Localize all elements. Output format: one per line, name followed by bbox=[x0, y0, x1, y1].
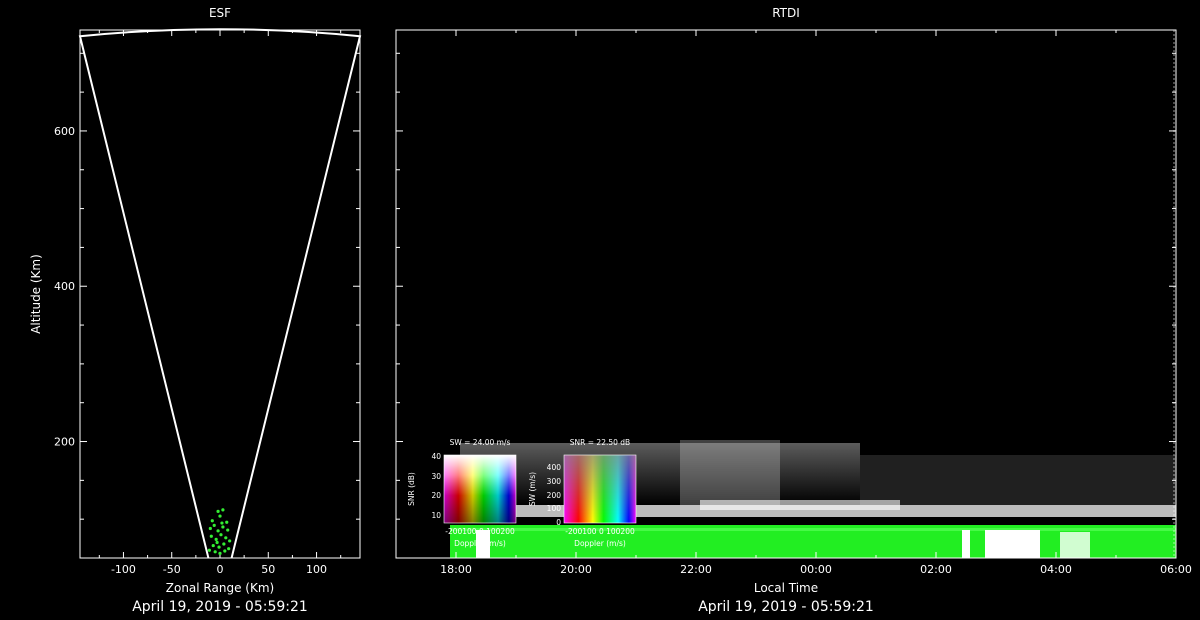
esf-echo-point bbox=[219, 533, 223, 537]
esf-echo-point bbox=[218, 514, 222, 518]
snr-legend-ytick-300: 300 bbox=[547, 477, 562, 486]
esf-xtick-label: -100 bbox=[111, 563, 136, 576]
rtdi-white-layer-top bbox=[700, 500, 900, 510]
snr-legend-ytick-0: 0 bbox=[556, 518, 561, 527]
rtdi-xtick-label: 20:00 bbox=[560, 563, 592, 576]
rtdi-xlabel: Local Time bbox=[754, 581, 818, 595]
snr-legend-ylabel: SW (m/s) bbox=[528, 472, 537, 506]
rtdi-white-strip-4 bbox=[1060, 532, 1090, 558]
sw-legend-xlabel: Doppler (m/s) bbox=[454, 539, 506, 548]
rtdi-xtick-label: 06:00 bbox=[1160, 563, 1192, 576]
esf-echo-point bbox=[216, 509, 220, 514]
esf-echo-point bbox=[222, 542, 226, 546]
esf-echo-point bbox=[223, 549, 227, 553]
rtdi-white-strip-2 bbox=[962, 530, 970, 558]
rtdi-xtick-label: 02:00 bbox=[920, 563, 952, 576]
esf-plot-frame bbox=[79, 29, 361, 559]
rtdi-panel: RTDI 18:00 20:00 22:00 00:00 02:00 04:00 06:00… bbox=[395, 6, 1192, 615]
rtdi-date: April 19, 2019 - 05:59:21 bbox=[698, 599, 874, 615]
esf-echo-point bbox=[207, 548, 211, 552]
esf-echo-point bbox=[210, 519, 214, 523]
rtdi-dim-echo bbox=[860, 455, 1176, 505]
radar-figure: ESF -100 -50 0 50 100200400600 Zonal Range (… bbox=[29, 6, 1192, 615]
esf-echo-point bbox=[212, 523, 216, 527]
esf-xlabel: Zonal Range (Km) bbox=[166, 581, 274, 595]
esf-echo-point bbox=[227, 547, 231, 551]
esf-echo-point bbox=[218, 551, 222, 555]
esf-echo-point bbox=[225, 520, 229, 524]
esf-echo-points bbox=[207, 508, 232, 555]
esf-xtick-label: -50 bbox=[163, 563, 181, 576]
esf-title: ESF bbox=[209, 6, 231, 20]
esf-echo-point bbox=[209, 534, 213, 538]
esf-ytick-label: 400 bbox=[54, 280, 75, 293]
rtdi-xtick-label: 18:00 bbox=[440, 563, 472, 576]
sw-legend-shade bbox=[444, 455, 516, 523]
sw-legend-xticks: -200100 0 100200 bbox=[445, 527, 515, 536]
esf-echo-point bbox=[217, 545, 221, 549]
sw-legend-ylabel: SNR (dB) bbox=[407, 472, 416, 506]
esf-ylabel: Altitude (Km) bbox=[29, 254, 43, 334]
esf-date: April 19, 2019 - 05:59:21 bbox=[132, 599, 308, 615]
sw-legend-title: SW = 24.00 m/s bbox=[450, 438, 511, 447]
esf-echo-point bbox=[211, 543, 215, 548]
esf-echo-point bbox=[216, 529, 220, 533]
esf-echo-point bbox=[220, 521, 224, 525]
esf-panel: ESF -100 -50 0 50 100 200 400 600 Zonal Range (… bbox=[29, 6, 362, 615]
esf-echo-point bbox=[228, 539, 232, 543]
esf-echo-point bbox=[224, 536, 228, 540]
snr-legend-ytick-400: 400 bbox=[547, 463, 562, 472]
esf-axes: -100 -50 0 50 100 200 400 600 bbox=[54, 30, 360, 576]
sw-legend-ytick-20: 20 bbox=[431, 491, 441, 500]
esf-echo-point bbox=[214, 537, 218, 541]
esf-echo-point bbox=[213, 550, 217, 554]
rtdi-xtick-label: 22:00 bbox=[680, 563, 712, 576]
esf-beam-fan bbox=[78, 28, 362, 559]
snr-legend-ytick-100: 100 bbox=[547, 504, 562, 513]
snr-legend-ytick-200: 200 bbox=[547, 491, 562, 500]
snr-legend-gray bbox=[564, 455, 636, 523]
rtdi-bright-echo bbox=[680, 440, 780, 510]
esf-echo-point bbox=[221, 525, 225, 529]
snr-legend-title: SNR = 22.50 dB bbox=[570, 438, 630, 447]
sw-legend-ytick-30: 30 bbox=[431, 472, 441, 481]
esf-xtick-label: 50 bbox=[261, 563, 275, 576]
esf-ytick-label: 200 bbox=[54, 436, 75, 449]
sw-legend-ytick-10: 10 bbox=[431, 511, 441, 520]
rtdi-xtick-label: 04:00 bbox=[1040, 563, 1072, 576]
snr-legend-xticks: -200100 0 100200 bbox=[565, 527, 635, 536]
esf-echo-point bbox=[208, 526, 212, 531]
esf-echo-point bbox=[215, 540, 219, 545]
rtdi-gray-echo bbox=[460, 443, 860, 505]
esf-xtick-label: 0 bbox=[217, 563, 224, 576]
esf-xtick-label: 100 bbox=[306, 563, 327, 576]
rtdi-xtick-label: 00:00 bbox=[800, 563, 832, 576]
snr-legend-xlabel: Doppler (m/s) bbox=[574, 539, 626, 548]
esf-echo-point bbox=[226, 528, 230, 532]
esf-ytick-label: 600 bbox=[54, 125, 75, 138]
rtdi-title: RTDI bbox=[772, 6, 800, 20]
esf-echo-point bbox=[221, 508, 225, 512]
rtdi-green-highlight bbox=[450, 528, 1176, 531]
sw-legend-ytick-40: 40 bbox=[431, 452, 441, 461]
rtdi-white-strip-3 bbox=[985, 530, 1040, 558]
